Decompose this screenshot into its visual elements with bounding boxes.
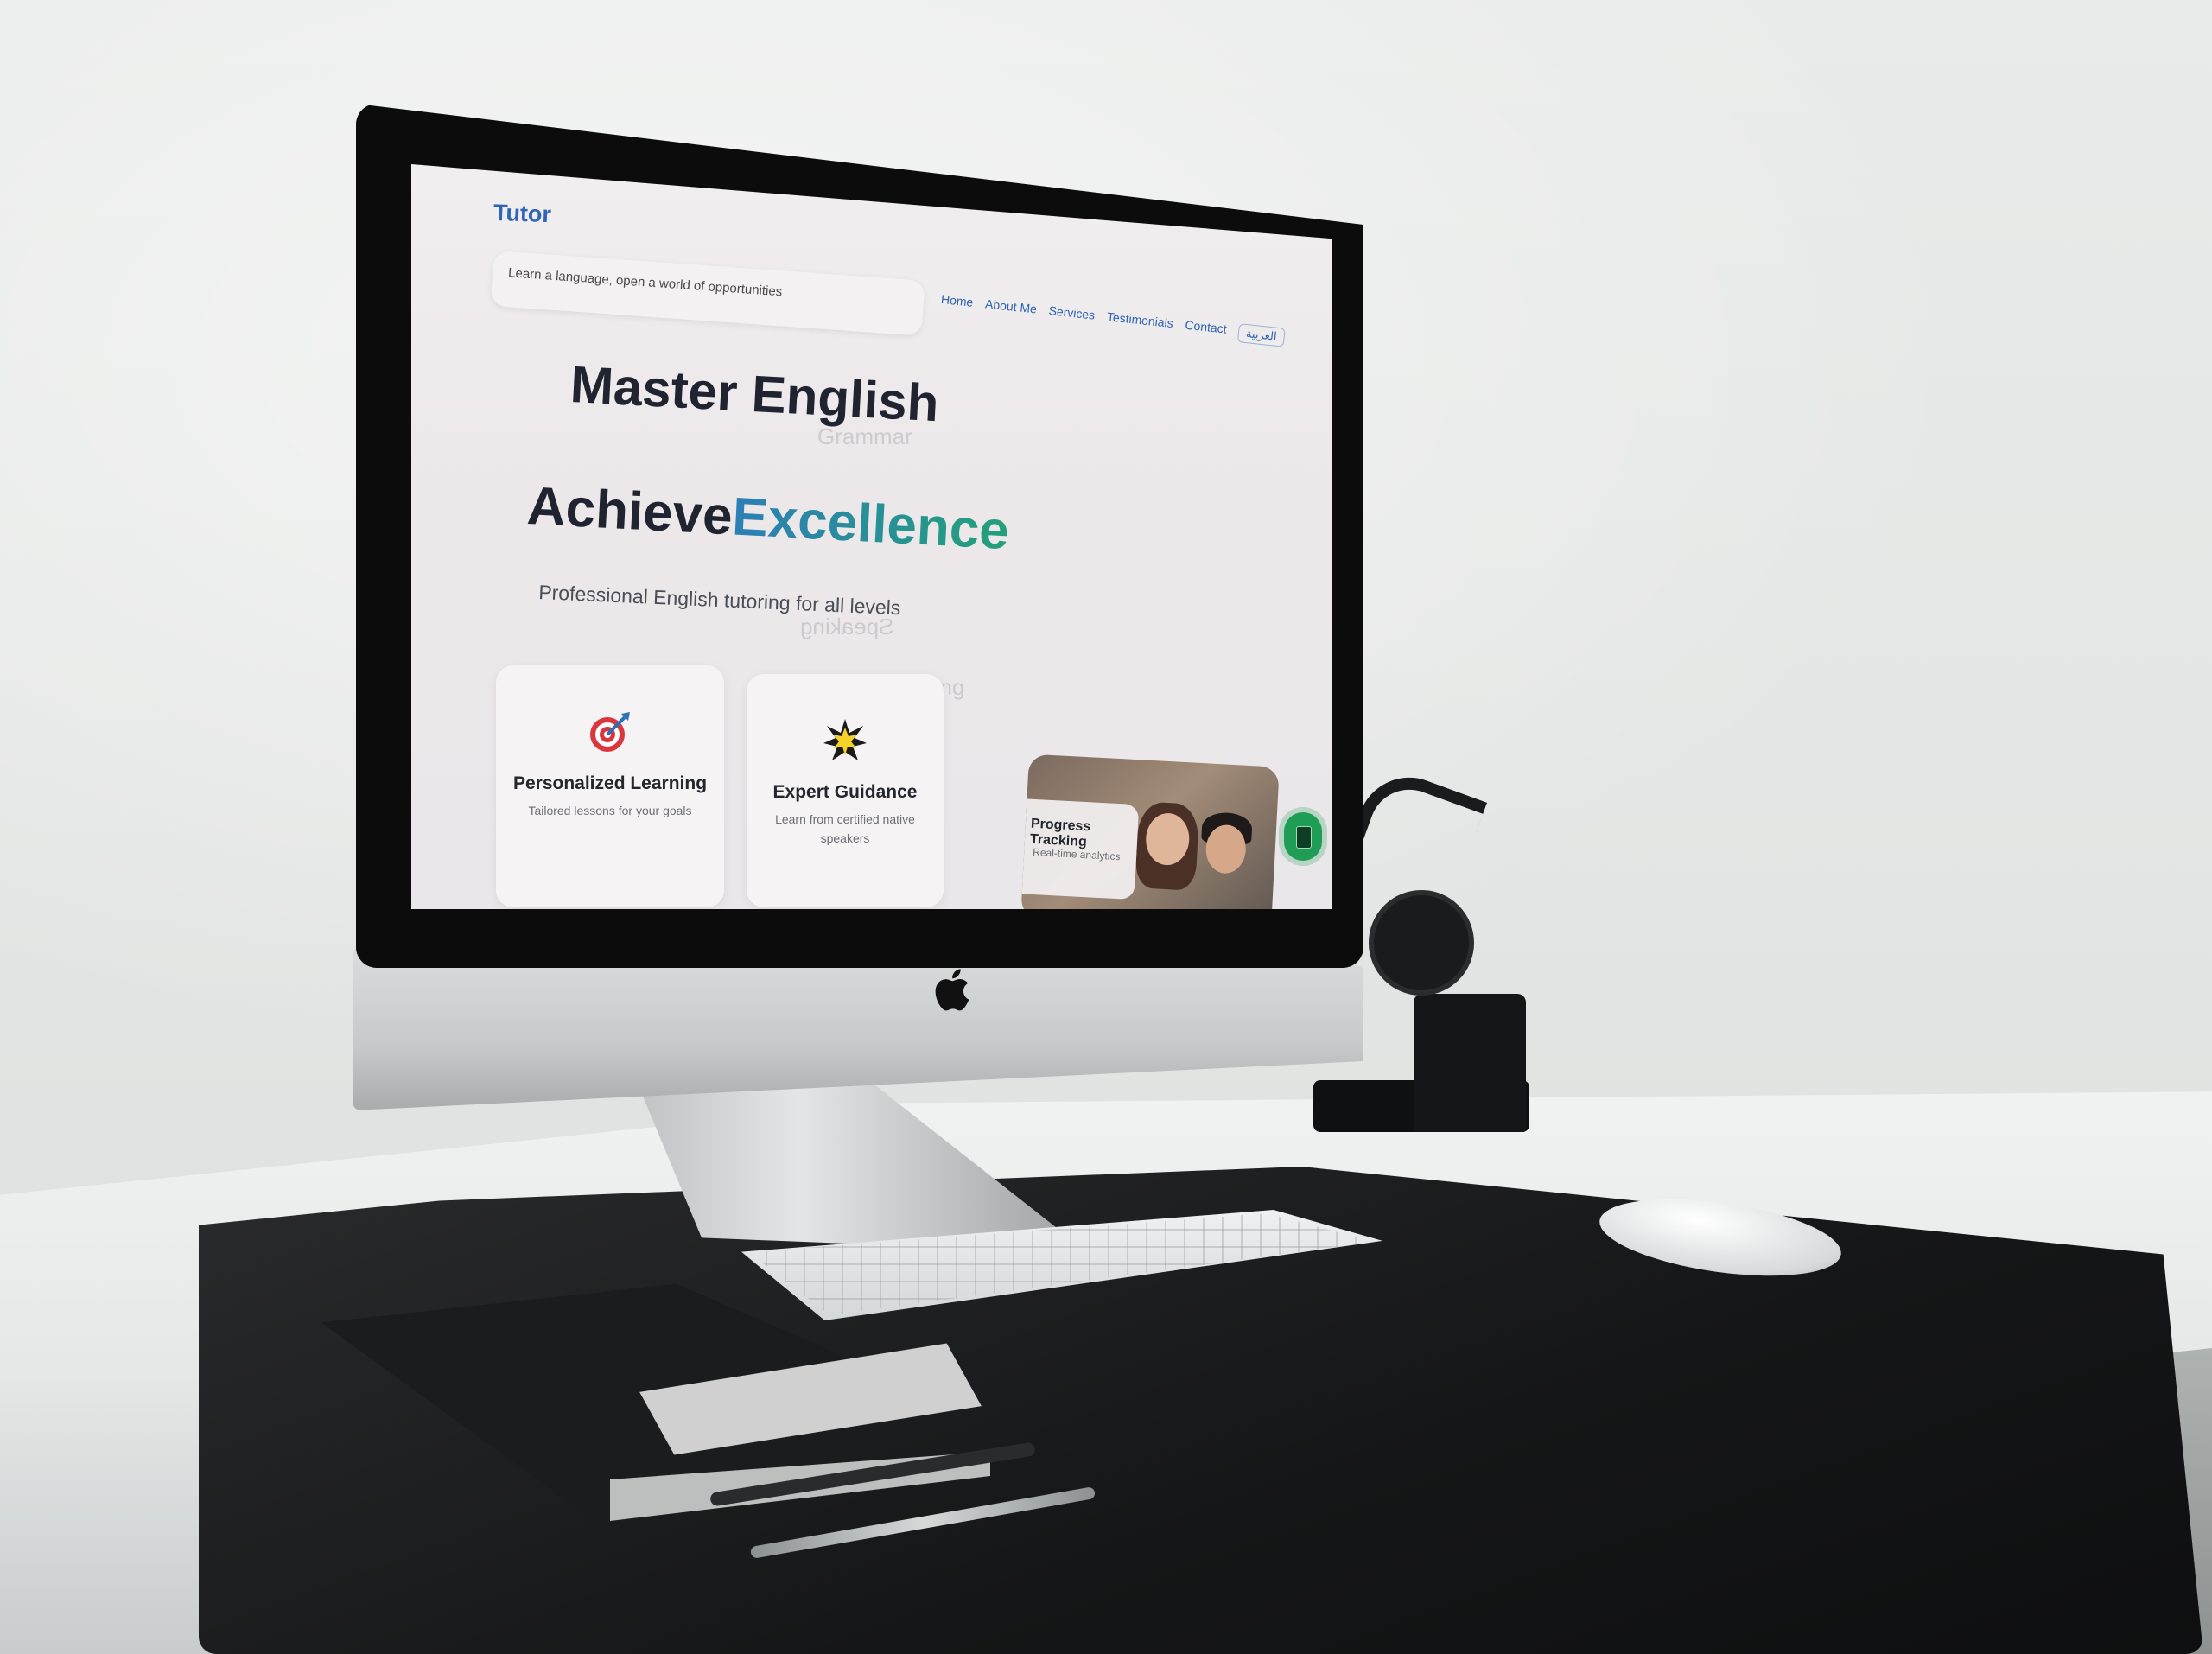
nav-home[interactable]: Home — [940, 292, 974, 315]
nav-about[interactable]: About Me — [984, 296, 1037, 321]
headset-ear-cup — [1369, 890, 1474, 996]
hero-headline-line1: Master English — [569, 354, 941, 433]
feature-card-personalized[interactable]: Personalized Learning Tailored lessons f… — [496, 665, 724, 907]
headline-achieve: Achieve — [525, 475, 734, 547]
video-card-label: Progress Tracking Real-time analytics — [1021, 798, 1140, 900]
feature-title: Personalized Learning — [512, 773, 708, 793]
main-nav: Home About Me Services Testimonials Cont… — [940, 292, 1286, 347]
feature-title: Expert Guidance — [772, 782, 918, 802]
monitor-screen: Tutor Learn a language, open a world of … — [411, 164, 1332, 909]
feature-card-expert[interactable]: Expert Guidance Learn from certified nat… — [747, 674, 944, 907]
phone-icon — [1296, 826, 1312, 849]
language-toggle-button[interactable]: العربية — [1237, 323, 1286, 347]
target-icon — [590, 712, 630, 752]
headline-excellence: Excellence — [730, 487, 1011, 562]
site-logo[interactable]: Tutor — [493, 200, 552, 228]
hero-headline-line2: AchieveExcellence — [525, 475, 1010, 562]
feature-description: Tailored lessons for your goals — [528, 804, 692, 817]
tagline-banner: Learn a language, open a world of opport… — [490, 251, 925, 336]
apple-logo-icon — [935, 969, 969, 1011]
headset-stand — [1414, 994, 1526, 1132]
star-burst-icon — [823, 719, 867, 760]
nav-contact[interactable]: Contact — [1184, 318, 1228, 341]
nav-testimonials[interactable]: Testimonials — [1106, 309, 1173, 335]
hero-subheadline: Professional English tutoring for all le… — [537, 581, 901, 620]
nav-services[interactable]: Services — [1047, 303, 1096, 327]
progress-tracking-video-card[interactable]: Progress Tracking Real-time analytics — [1020, 754, 1280, 909]
feature-description: Learn from certified native speakers — [775, 812, 915, 846]
tagline-text: Learn a language, open a world of opport… — [507, 265, 783, 300]
floating-phone-button[interactable] — [1284, 812, 1322, 861]
